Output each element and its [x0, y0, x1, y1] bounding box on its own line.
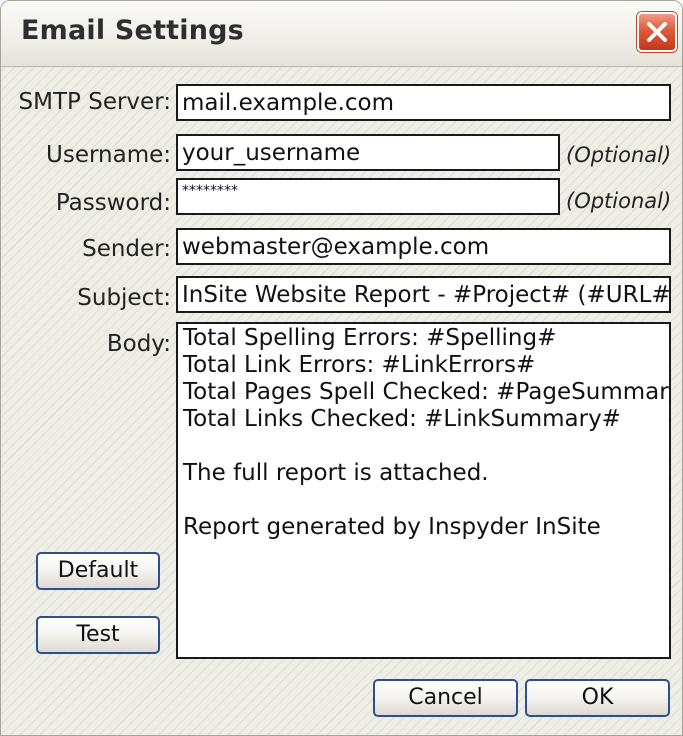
body-line: Total Link Errors: #LinkErrors#	[183, 352, 536, 378]
smtp-server-label: SMTP Server:	[18, 89, 171, 115]
body-line: Total Pages Spell Checked: #PageSummary#	[183, 379, 671, 405]
sender-input[interactable]: webmaster@example.com	[176, 228, 671, 265]
subject-label: Subject:	[77, 285, 171, 311]
body-line: The full report is attached.	[183, 460, 489, 486]
body-line: Total Links Checked: #LinkSummary#	[183, 406, 621, 432]
body-line	[183, 433, 664, 460]
ok-button[interactable]: OK	[525, 679, 670, 717]
sender-label: Sender:	[82, 236, 171, 262]
body-line	[183, 487, 664, 514]
body-textarea[interactable]: Total Spelling Errors: #Spelling# Total …	[176, 322, 671, 659]
dialog-title: Email Settings	[21, 15, 244, 46]
username-optional-hint: (Optional)	[566, 143, 672, 167]
test-button[interactable]: Test	[36, 616, 160, 654]
body-label: Body:	[106, 331, 171, 357]
cancel-button[interactable]: Cancel	[373, 679, 518, 717]
subject-input[interactable]: InSite Website Report - #Project# (#URL#…	[176, 276, 671, 313]
username-input[interactable]: your_username	[176, 134, 560, 171]
body-line: Report generated by Inspyder InSite	[183, 514, 601, 540]
username-label: Username:	[46, 142, 171, 168]
body-line: Total Spelling Errors: #Spelling#	[183, 325, 557, 351]
close-icon	[647, 22, 667, 42]
email-settings-dialog: Email Settings SMTP Server: mail.example…	[0, 0, 683, 736]
smtp-server-input[interactable]: mail.example.com	[176, 84, 671, 121]
password-optional-hint: (Optional)	[566, 189, 672, 213]
password-label: Password:	[55, 190, 171, 216]
close-button[interactable]	[637, 12, 677, 52]
password-input[interactable]: ********	[176, 178, 560, 215]
title-bar: Email Settings	[1, 1, 682, 67]
default-button[interactable]: Default	[36, 552, 160, 590]
